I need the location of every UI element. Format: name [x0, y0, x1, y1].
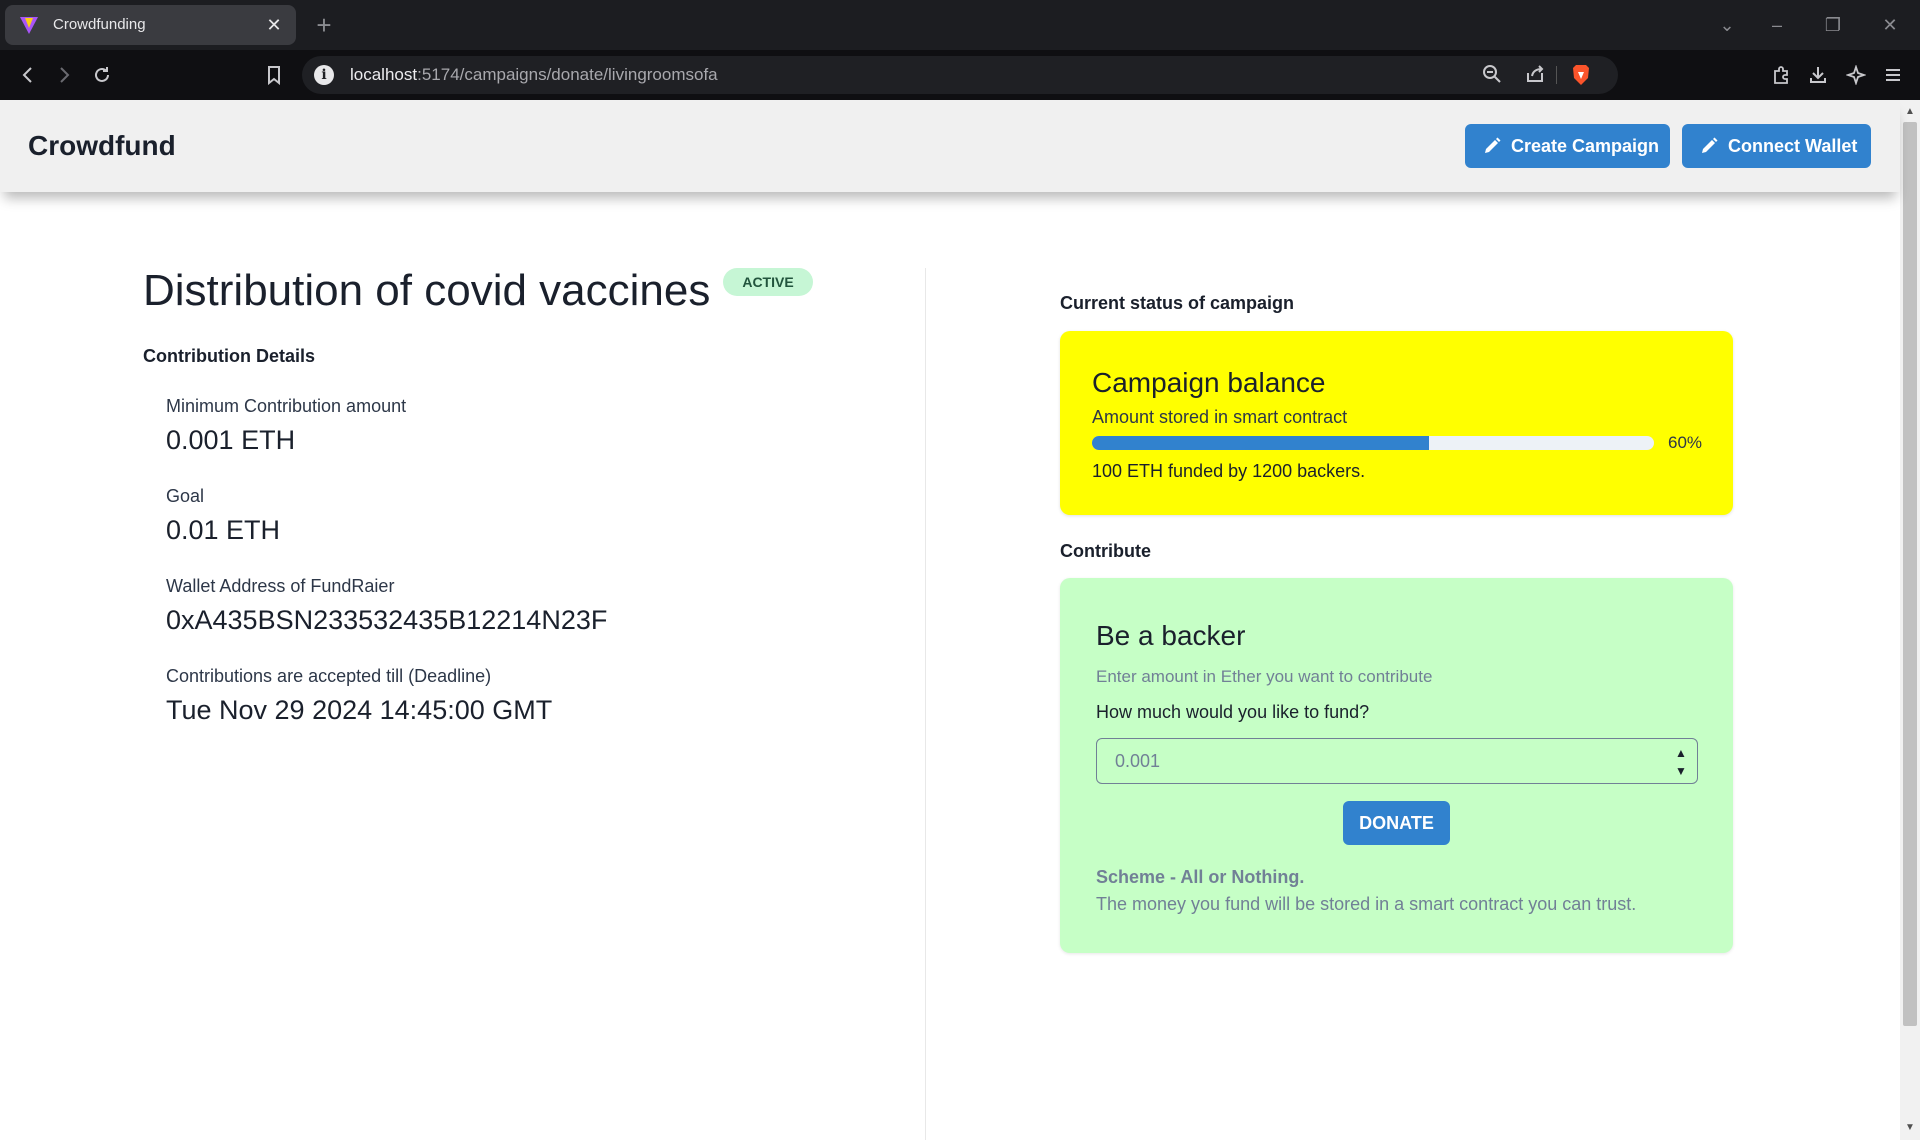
brave-shields-icon[interactable] [1570, 64, 1592, 86]
zoom-icon[interactable] [1479, 63, 1505, 87]
address-bar[interactable]: i localhost:5174/campaigns/donate/living… [302, 56, 1618, 94]
decrement-icon[interactable]: ▼ [1671, 762, 1691, 780]
connect-wallet-label: Connect Wallet [1728, 136, 1858, 156]
funding-progress-fill [1092, 436, 1430, 450]
contribute-heading: Contribute [1060, 541, 1151, 561]
pencil-icon [1485, 137, 1501, 153]
tab-title: Crowdfunding [53, 16, 146, 33]
menu-icon[interactable] [1877, 60, 1909, 90]
campaign-balance-subtitle: Amount stored in smart contract [1092, 407, 1348, 427]
increment-icon[interactable]: ▲ [1671, 744, 1691, 762]
campaign-balance-title: Campaign balance [1092, 367, 1326, 398]
amount-stepper[interactable]: ▲ ▼ [1671, 744, 1691, 780]
url-separator [1556, 66, 1557, 84]
url-text[interactable]: localhost:5174/campaigns/donate/livingro… [350, 56, 718, 94]
goal-label: Goal [166, 486, 205, 506]
close-window-icon[interactable]: ✕ [1875, 10, 1905, 40]
scrollbar-thumb[interactable] [1903, 122, 1917, 1026]
create-campaign-button[interactable]: Create Campaign [1465, 124, 1670, 168]
site-info-icon[interactable]: i [314, 65, 334, 85]
bookmark-icon[interactable] [258, 60, 290, 90]
min-contribution-value: 0.001 ETH [166, 425, 296, 455]
tab-list-chevron-icon[interactable]: ⌄ [1712, 10, 1742, 40]
wallet-address-value: 0xA435BSN233532435B12214N23F [166, 605, 608, 635]
deadline-value: Tue Nov 29 2024 14:45:00 GMT [166, 695, 553, 725]
deadline-label: Contributions are accepted till (Deadlin… [166, 666, 492, 686]
create-campaign-label: Create Campaign [1511, 136, 1660, 156]
brand-logo[interactable]: Crowdfund [28, 100, 176, 192]
fund-amount-input[interactable] [1096, 738, 1698, 784]
share-icon[interactable] [1522, 63, 1548, 87]
connect-wallet-button[interactable]: Connect Wallet [1682, 124, 1871, 168]
new-tab-icon[interactable]: + [312, 10, 336, 40]
browser-tab[interactable]: Crowdfunding ✕ [5, 5, 296, 45]
reload-icon[interactable] [86, 60, 118, 90]
fund-amount-label: How much would you like to fund? [1096, 702, 1370, 722]
app-header: Crowdfund Create Campaign Connect Wallet [0, 100, 1900, 192]
scroll-down-icon[interactable]: ▼ [1900, 1120, 1920, 1136]
campaign-balance-card: Campaign balance Amount stored in smart … [1060, 331, 1733, 515]
browser-tab-bar: Crowdfunding ✕ + ⌄ – ❐ ✕ [0, 0, 1920, 50]
pencil-icon [1702, 137, 1718, 153]
column-divider [925, 268, 926, 1140]
campaign-title: Distribution of covid vaccines [143, 266, 711, 315]
back-icon[interactable] [12, 60, 44, 90]
restore-icon[interactable]: ❐ [1818, 10, 1848, 40]
scheme-heading: Scheme - All or Nothing. [1096, 867, 1305, 887]
leo-ai-icon[interactable] [1840, 60, 1872, 90]
current-status-heading: Current status of campaign [1060, 293, 1295, 313]
forward-icon[interactable] [48, 60, 80, 90]
status-badge: ACTIVE [723, 268, 813, 296]
goal-value: 0.01 ETH [166, 515, 281, 545]
extensions-icon[interactable] [1765, 60, 1797, 90]
be-a-backer-card: Be a backer Enter amount in Ether you wa… [1060, 578, 1733, 953]
amount-hint: Enter amount in Ether you want to contri… [1096, 667, 1433, 686]
browser-toolbar: i localhost:5174/campaigns/donate/living… [0, 50, 1920, 100]
contribution-details-heading: Contribution Details [143, 346, 315, 366]
minimize-icon[interactable]: – [1762, 10, 1792, 40]
funded-summary: 100 ETH funded by 1200 backers. [1092, 461, 1366, 481]
wallet-address-label: Wallet Address of FundRaier [166, 576, 395, 596]
vite-favicon-icon [20, 17, 38, 34]
be-a-backer-title: Be a backer [1096, 620, 1246, 651]
close-tab-icon[interactable]: ✕ [262, 13, 286, 37]
scheme-description: The money you fund will be stored in a s… [1096, 894, 1637, 914]
funding-progress-label: 60% [1668, 433, 1703, 452]
funding-progress-bar [1092, 436, 1654, 450]
download-icon[interactable] [1802, 60, 1834, 90]
donate-button[interactable]: DONATE [1343, 801, 1450, 845]
min-contribution-label: Minimum Contribution amount [166, 396, 407, 416]
scroll-up-icon[interactable]: ▲ [1900, 104, 1920, 120]
